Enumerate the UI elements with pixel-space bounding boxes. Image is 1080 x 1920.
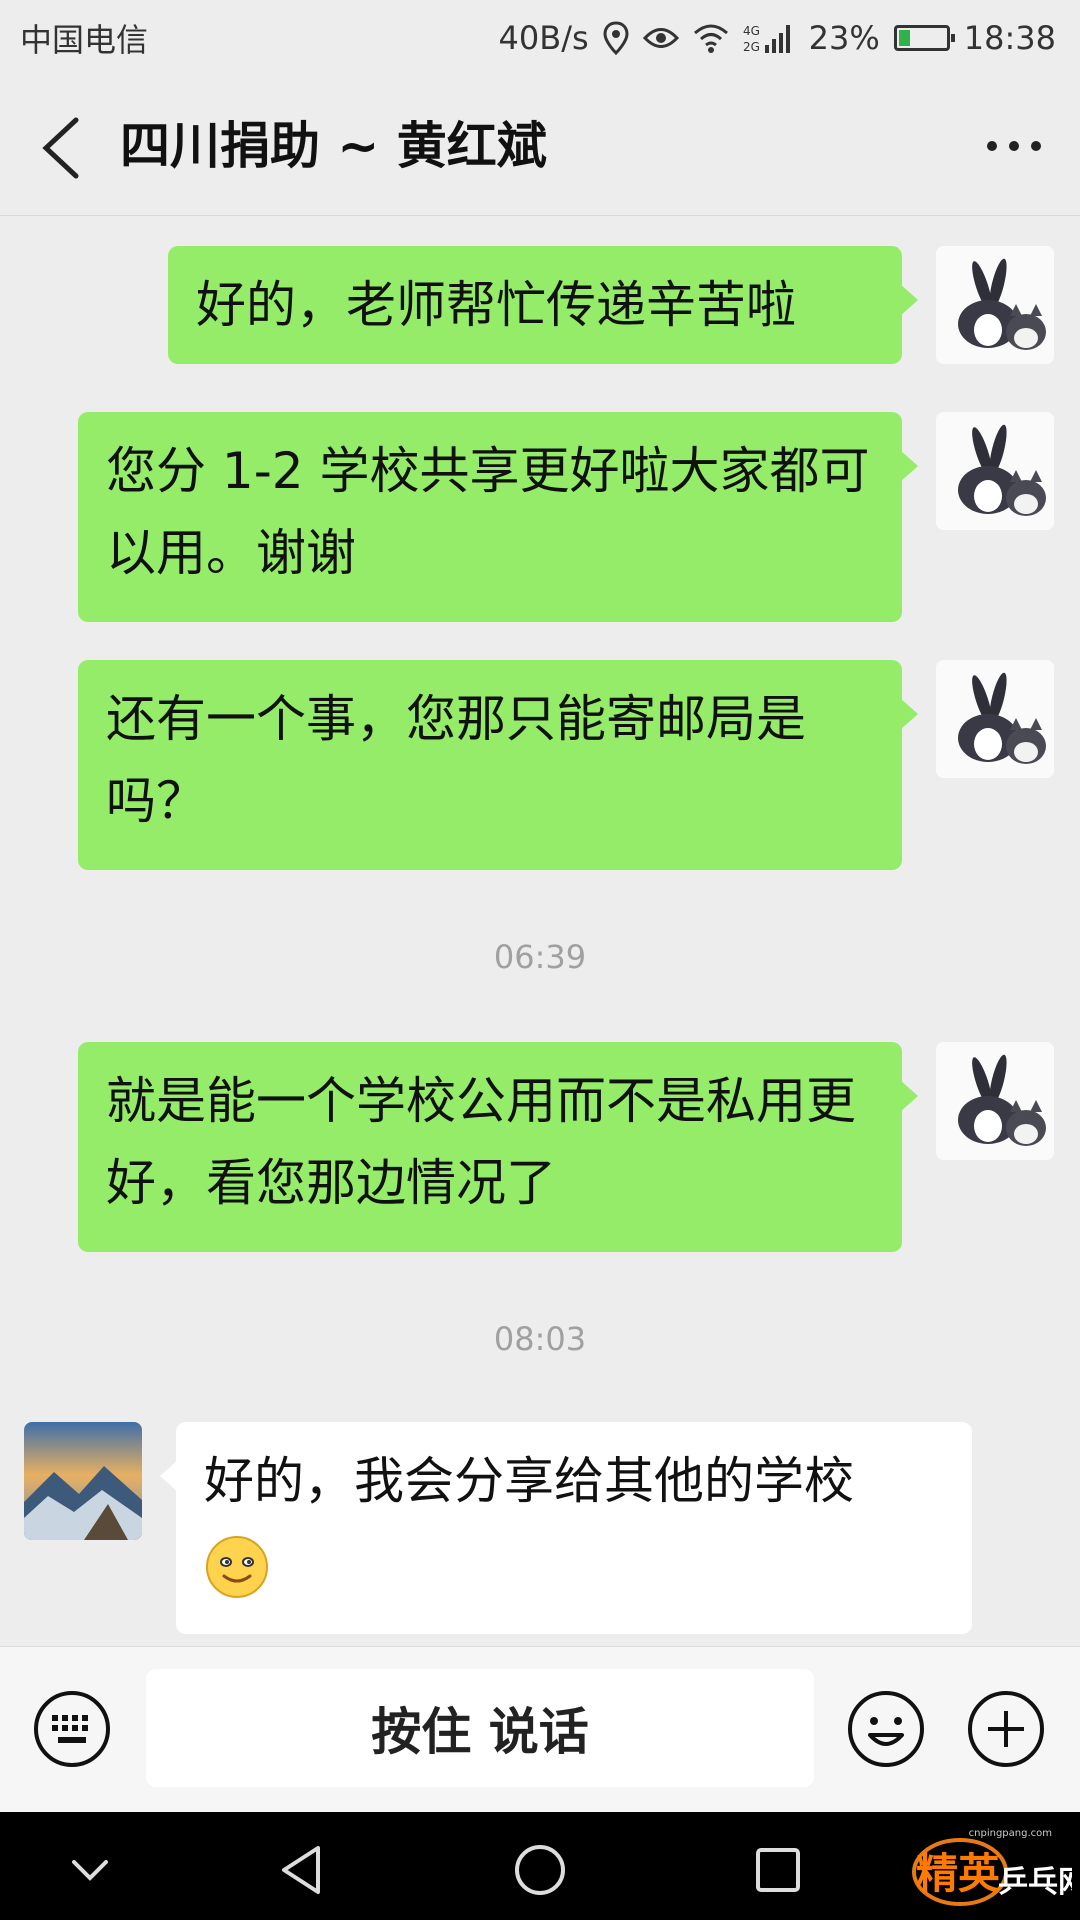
message-text: 好的，我会分享给其他的学校 — [204, 1452, 854, 1510]
contact-avatar[interactable] — [24, 1422, 142, 1540]
message-text: 好的，老师帮忙传递辛苦啦 — [196, 276, 796, 334]
timestamp: 08:03 — [493, 1320, 587, 1358]
hold-to-talk-button[interactable]: 按住 说话 — [146, 1669, 814, 1787]
eye-icon — [642, 28, 679, 48]
message-list[interactable]: 好的，老师帮忙传递辛苦啦 您分 1-2 学校共享更好啦大家都可以用。谢谢 还有一… — [0, 216, 1080, 1646]
rabbit-cat-avatar-icon — [936, 246, 1054, 364]
my-avatar[interactable] — [936, 1042, 1054, 1160]
more-dots-icon[interactable] — [984, 128, 1044, 164]
clock: 18:38 — [963, 19, 1056, 57]
smile-emoji-icon — [206, 1535, 268, 1598]
watermark-logo: cnpingpang.com 精英 乒乓网 — [902, 1822, 1080, 1912]
emoji-icon[interactable] — [846, 1689, 926, 1769]
my-avatar[interactable] — [936, 412, 1054, 530]
pingpang-logo-icon: cnpingpang.com 精英 乒乓网 — [912, 1828, 1080, 1906]
battery-percent: 23% — [808, 19, 880, 57]
my-message-bubble[interactable]: 还有一个事，您那只能寄邮局是吗？ — [78, 660, 918, 870]
mountain-landscape-avatar-icon — [24, 1422, 142, 1540]
nav-recents-icon[interactable] — [748, 1840, 808, 1900]
my-avatar[interactable] — [936, 246, 1054, 364]
message-text: 就是能一个学校公用而不是私用更好，看您那边情况了 — [106, 1072, 856, 1212]
watermark-url: cnpingpang.com — [969, 1828, 1052, 1839]
my-message-bubble[interactable]: 就是能一个学校公用而不是私用更好，看您那边情况了 — [78, 1042, 918, 1252]
status-bar: 中国电信 40B/s 4G 2G 23% 18:38 — [0, 0, 1080, 76]
hold-to-talk-label: 按住 说话 — [371, 1703, 589, 1761]
watermark-main-text: 精英 — [916, 1849, 1001, 1898]
message-text: 您分 1-2 学校共享更好啦大家都可以用。谢谢 — [106, 442, 870, 582]
contact-message-bubble[interactable]: 好的，我会分享给其他的学校 — [160, 1422, 972, 1634]
chevron-down-icon[interactable] — [60, 1840, 120, 1900]
watermark-sub-text: 乒乓网 — [998, 1865, 1072, 1900]
rabbit-cat-avatar-icon — [936, 412, 1054, 530]
svg-text:4G: 4G — [743, 24, 760, 38]
wifi-icon — [693, 24, 728, 53]
keyboard-icon[interactable] — [32, 1689, 112, 1769]
chat-header: 四川捐助 ~ 黄红斌 — [0, 76, 1080, 216]
nav-home-icon[interactable] — [510, 1840, 570, 1900]
input-bar: 按住 说话 — [0, 1646, 1080, 1812]
chat-title: 四川捐助 ~ 黄红斌 — [120, 117, 547, 175]
chevron-left-icon[interactable] — [36, 112, 96, 182]
timestamp: 06:39 — [493, 938, 587, 976]
location-icon — [603, 21, 629, 55]
rabbit-cat-avatar-icon — [936, 1042, 1054, 1160]
my-message-bubble[interactable]: 您分 1-2 学校共享更好啦大家都可以用。谢谢 — [78, 412, 918, 622]
rabbit-cat-avatar-icon — [936, 660, 1054, 778]
my-message-bubble[interactable]: 好的，老师帮忙传递辛苦啦 — [168, 246, 918, 364]
cellular-signal-icon: 4G 2G — [743, 24, 790, 54]
carrier-label: 中国电信 — [20, 21, 149, 59]
message-text: 还有一个事，您那只能寄邮局是吗？ — [106, 690, 806, 830]
battery-icon — [893, 25, 955, 51]
nav-back-icon[interactable] — [272, 1840, 332, 1900]
plus-icon[interactable] — [966, 1689, 1046, 1769]
my-avatar[interactable] — [936, 660, 1054, 778]
svg-text:2G: 2G — [743, 40, 760, 54]
net-speed: 40B/s — [498, 19, 589, 57]
status-icons: 40B/s 4G 2G 23% 18:38 — [499, 19, 1056, 57]
